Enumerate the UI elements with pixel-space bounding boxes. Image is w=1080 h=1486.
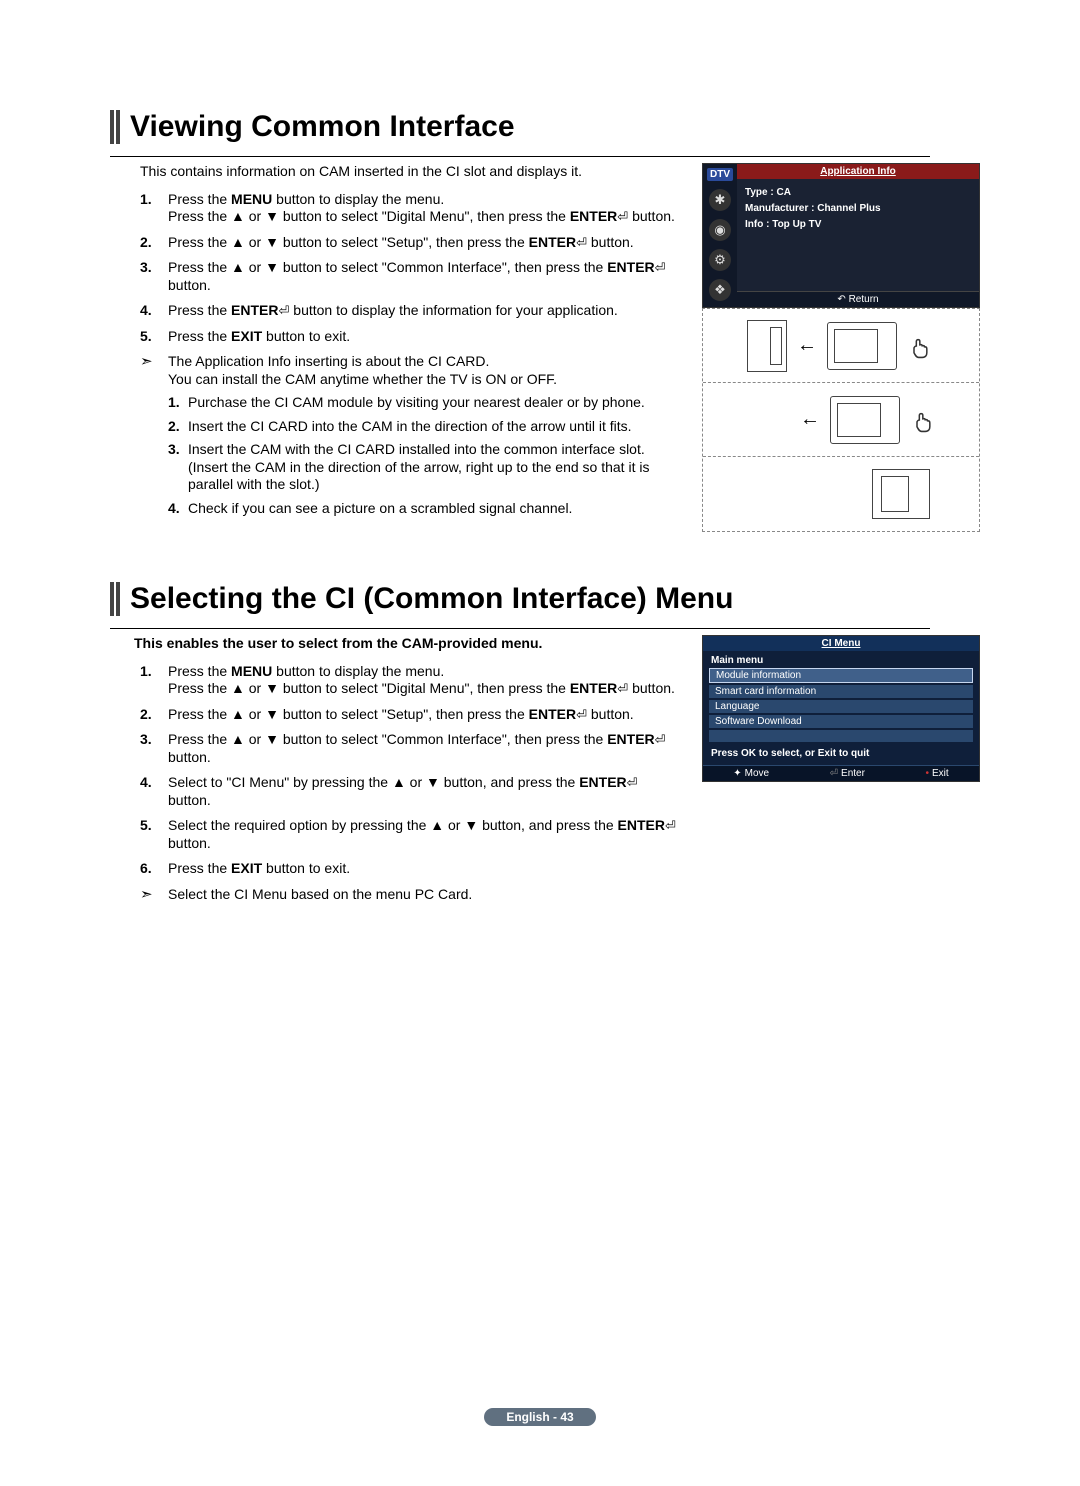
figure-column: CI Menu Main menu Module information Sma…: [702, 635, 980, 910]
heading-rule: [110, 628, 930, 629]
exit-hint: Exit: [926, 768, 949, 779]
page-number: English - 43: [484, 1408, 595, 1426]
text-column: This contains information on CAM inserte…: [110, 163, 684, 532]
heading: Selecting the CI (Common Interface) Menu: [130, 582, 733, 616]
ci-card-icon: [747, 320, 787, 372]
steps-list: 1. Press the MENU button to display the …: [140, 191, 684, 346]
enter-icon: [576, 235, 587, 251]
ci-hint: Press OK to select, or Exit to quit: [703, 744, 979, 765]
enter-icon: [655, 732, 666, 748]
ci-menu-items: Module information Smart card informatio…: [703, 666, 979, 742]
note: Select the CI Menu based on the menu PC …: [140, 886, 684, 905]
enter-icon: [665, 818, 676, 834]
arrow-left-icon: ←: [797, 334, 817, 357]
intro-text: This enables the user to select from the…: [134, 635, 684, 653]
diagram-insert-card: ←: [703, 309, 979, 383]
diagram-insert-cam: ←: [703, 383, 979, 457]
dtv-manufacturer: Manufacturer : Channel Plus: [745, 201, 971, 217]
note-arrow-icon: [140, 353, 168, 388]
sub-steps-list: 1.Purchase the CI CAM module by visiting…: [168, 394, 684, 517]
ci-menu-item[interactable]: Module information: [709, 668, 973, 683]
hand-icon: [907, 332, 935, 360]
ci-footer: Move Enter Exit: [703, 765, 979, 781]
enter-icon: [617, 681, 628, 697]
text-column: This enables the user to select from the…: [110, 635, 684, 910]
return-icon: [837, 294, 848, 305]
section-selecting-ci-menu: Selecting the CI (Common Interface) Menu…: [110, 582, 980, 910]
note-arrow-icon: [140, 886, 168, 905]
enter-icon: [576, 707, 587, 723]
hand-icon: [910, 406, 938, 434]
dtv-info: Info : Top Up TV: [745, 217, 971, 233]
page-footer: English - 43: [0, 1408, 1080, 1426]
move-hint: Move: [733, 768, 769, 779]
note: The Application Info inserting is about …: [140, 353, 684, 388]
cam-with-card-icon: [830, 396, 900, 444]
dtv-application-info-panel: DTV ✱ ◉ ⚙ ❖ Application Info Type : CA M…: [702, 163, 980, 308]
tv-slot-icon: [872, 469, 930, 519]
heading-rule: [110, 156, 930, 157]
heading: Viewing Common Interface: [130, 110, 515, 144]
ci-panel-title: CI Menu: [703, 636, 979, 651]
heading-row: Selecting the CI (Common Interface) Menu: [110, 582, 980, 616]
steps-list: 1. Press the MENU button to display the …: [140, 663, 684, 878]
ci-menu-item[interactable]: Smart card information: [709, 685, 973, 698]
ci-menu-panel: CI Menu Main menu Module information Sma…: [702, 635, 980, 782]
language-icon: ❖: [709, 279, 731, 301]
enter-icon: [655, 260, 666, 276]
enter-icon: [278, 303, 289, 319]
enter-icon: [627, 775, 638, 791]
heading-row: Viewing Common Interface: [110, 110, 980, 144]
cam-module-icon: [827, 322, 897, 370]
guide-icon: ◉: [709, 219, 731, 241]
section-viewing-common-interface: Viewing Common Interface This contains i…: [110, 110, 980, 532]
dtv-badge: DTV: [707, 168, 733, 181]
intro-text: This contains information on CAM inserte…: [140, 163, 684, 181]
heading-accent-bars: [110, 582, 120, 616]
setup-icon: ⚙: [709, 249, 731, 271]
arrow-left-icon: ←: [800, 408, 820, 431]
dtv-return-bar: Return: [737, 291, 979, 307]
figure-column: DTV ✱ ◉ ⚙ ❖ Application Info Type : CA M…: [702, 163, 980, 532]
enter-hint: Enter: [830, 768, 865, 779]
dtv-type: Type : CA: [745, 185, 971, 201]
dtv-panel-title: Application Info: [737, 164, 979, 179]
ci-menu-item: [709, 730, 973, 742]
insertion-diagrams: ← ←: [702, 308, 980, 532]
heading-accent-bars: [110, 110, 120, 144]
ci-menu-item[interactable]: Language: [709, 700, 973, 713]
ci-menu-item[interactable]: Software Download: [709, 715, 973, 728]
enter-icon: [617, 209, 628, 225]
diagram-slot: [703, 457, 979, 531]
antenna-icon: ✱: [709, 189, 731, 211]
ci-main-menu-label: Main menu: [703, 651, 979, 666]
